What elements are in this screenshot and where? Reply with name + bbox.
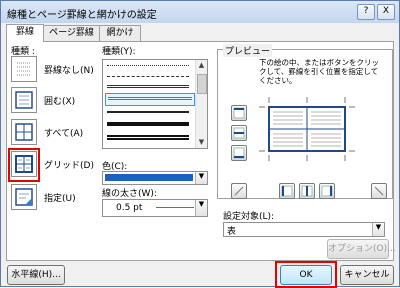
line-style-thicker[interactable] [107,122,189,126]
scroll-down-icon[interactable]: ▼ [196,137,207,148]
close-button[interactable]: X [377,4,395,20]
apply-to-value: 表 [227,227,237,237]
border-inside-vertical-icon [301,185,313,197]
title-bar: 線種とページ罫線と網かけの設定 ? X [1,1,399,23]
setting-none-label[interactable]: 罫線なし(N) [44,63,94,76]
setting-none-button[interactable] [11,56,37,82]
tab-borders[interactable]: 罫線 [6,24,44,42]
setting-box-label[interactable]: 囲む(X) [44,94,75,107]
diagonal-up-button[interactable] [371,183,387,199]
right-border-button[interactable] [319,183,335,199]
line-style-scrollbar[interactable]: ▲ ▼ [195,60,207,148]
setting-custom-button[interactable] [11,184,37,210]
color-select[interactable]: ▼ [102,171,208,185]
diagonal-down-icon [234,186,244,196]
line-style-dotted[interactable] [107,65,189,66]
tab-shading[interactable]: 網かけ [99,25,141,41]
line-style-dashed[interactable] [107,76,189,77]
line-style-triple[interactable] [107,135,189,140]
tab-page-border[interactable]: ページ罫線 [43,25,100,41]
grid-border-icon [15,155,33,173]
line-style-double[interactable] [107,85,189,88]
color-swatch [105,174,193,181]
setting-custom-label[interactable]: 指定(U) [44,191,76,204]
left-border-button[interactable] [279,183,295,199]
options-button[interactable]: オプション(O)... [327,239,396,259]
diagonal-down-button[interactable] [231,183,247,199]
preview-area[interactable] [259,97,355,161]
bottom-border-button[interactable] [231,145,247,161]
border-inside-horizontal-icon [233,127,245,139]
scroll-thumb[interactable] [197,74,207,94]
scroll-up-icon[interactable]: ▲ [196,60,207,71]
diagonal-up-icon [374,186,384,196]
line-width-value: 0.5 pt [116,203,143,213]
preview-instruction: 下の絵の中、またはボタンをクリックして、罫線を引く位置を指定してください。 [259,58,379,85]
width-label: 線の太さ(W): [102,189,157,199]
style-heading: 種類(Y): [102,47,136,57]
chevron-down-icon[interactable]: ▼ [372,223,384,236]
border-right-icon [321,185,333,197]
no-border-icon [17,62,31,76]
inside-vertical-button[interactable] [299,183,315,199]
box-border-icon [15,91,33,109]
setting-grid-label[interactable]: グリッド(D) [44,158,94,171]
line-width-select[interactable]: 0.5 pt ▼ [102,199,208,217]
chevron-down-icon[interactable]: ▼ [195,200,207,216]
line-style-thick[interactable] [107,111,189,113]
setting-all-button[interactable] [11,119,37,145]
top-border-button[interactable] [231,105,247,121]
border-shading-dialog: 線種とページ罫線と網かけの設定 ? X 罫線 ページ罫線 網かけ 種類 : 罫線… [0,0,400,288]
border-bottom-icon [233,147,245,159]
all-borders-icon [15,123,33,141]
chevron-down-icon[interactable]: ▼ [195,172,207,184]
setting-box-button[interactable] [11,87,37,113]
horizontal-line-button[interactable]: 水平線(H)... [7,265,65,285]
inside-horizontal-button[interactable] [231,125,247,141]
line-style-list[interactable]: ▲ ▼ [102,59,208,149]
dialog-title: 線種とページ罫線と網かけの設定 [7,10,157,21]
preview-heading: プレビュー [223,44,273,57]
help-button[interactable]: ? [357,4,375,20]
setting-grid-button[interactable] [11,151,37,177]
ok-button[interactable]: OK [280,265,332,285]
apply-to-label: 設定対象(L): [223,212,275,222]
custom-border-icon [15,188,33,206]
border-top-icon [233,107,245,119]
line-width-sample [156,207,194,208]
cancel-button[interactable]: キャンセル [340,265,394,285]
apply-to-select[interactable]: 表 ▼ [223,222,385,237]
setting-all-label[interactable]: すべて(A) [44,126,83,139]
line-style-selected[interactable] [105,93,195,106]
border-left-icon [281,185,293,197]
